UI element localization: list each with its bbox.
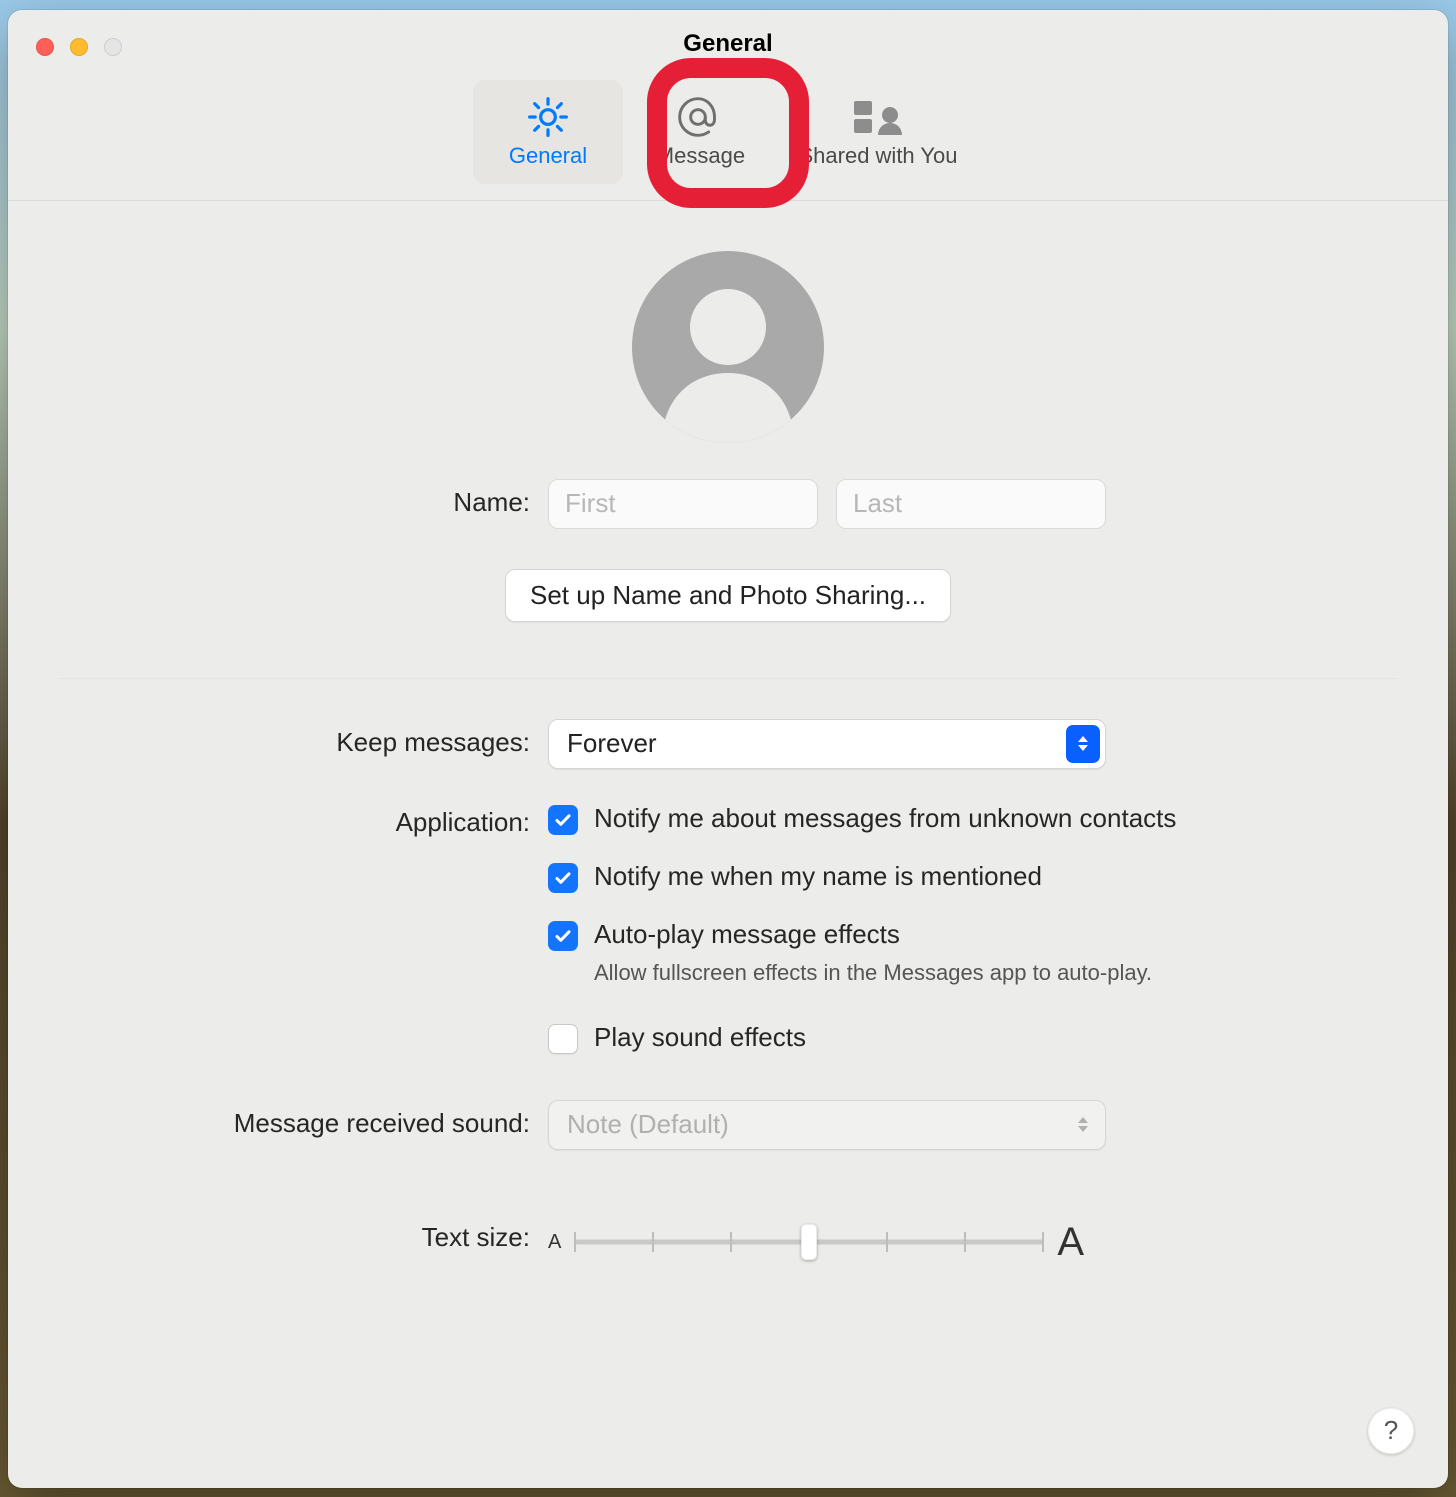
checkbox-label: Notify me when my name is mentioned	[594, 861, 1042, 892]
header: General General iMessag	[8, 10, 1448, 201]
tab-general[interactable]: General	[473, 80, 623, 184]
tab-imessage[interactable]: iMessage	[623, 80, 773, 184]
checkbox-row: Notify me about messages from unknown co…	[548, 803, 1176, 835]
slider-tick	[652, 1232, 654, 1252]
window-title: General	[8, 30, 1448, 58]
message-sound-select[interactable]: Note (Default)	[548, 1100, 1106, 1150]
slider-tick	[886, 1232, 888, 1252]
sound-label: Message received sound:	[58, 1100, 548, 1139]
minimize-window-button[interactable]	[70, 38, 88, 56]
text-size-label: Text size:	[58, 1220, 548, 1253]
preferences-window: General General iMessag	[8, 10, 1448, 1488]
tab-imessage-label: iMessage	[651, 143, 745, 169]
message-sound-value: Note (Default)	[567, 1109, 729, 1140]
checkbox-row: Play sound effects	[548, 1022, 1176, 1054]
tab-general-label: General	[509, 143, 587, 169]
checkbox[interactable]	[548, 863, 578, 893]
name-label: Name:	[58, 479, 548, 518]
toolbar: General iMessage	[8, 80, 1448, 201]
question-mark-icon: ?	[1384, 1415, 1398, 1446]
shared-with-you-icon	[850, 95, 906, 139]
slider-tick	[730, 1232, 732, 1252]
chevron-up-down-icon	[1066, 725, 1100, 763]
checkbox-row: Notify me when my name is mentioned	[548, 861, 1176, 893]
checkbox[interactable]	[548, 1024, 578, 1054]
content: Name: Set up Name and Photo Sharing... K…	[8, 201, 1448, 1488]
chevron-up-down-icon	[1066, 1106, 1100, 1144]
checkbox-subtext: Allow fullscreen effects in the Messages…	[594, 960, 1152, 986]
application-label: Application:	[58, 799, 548, 838]
first-name-input[interactable]	[548, 479, 818, 529]
slider-tick	[574, 1232, 576, 1252]
text-size-small-glyph: A	[548, 1231, 561, 1254]
setup-name-photo-button[interactable]: Set up Name and Photo Sharing...	[505, 569, 951, 622]
slider-tick	[964, 1232, 966, 1252]
keep-messages-label: Keep messages:	[58, 719, 548, 758]
last-name-input[interactable]	[836, 479, 1106, 529]
checkbox-label: Auto-play message effects	[594, 919, 1152, 950]
checkbox-label: Notify me about messages from unknown co…	[594, 803, 1176, 834]
keep-messages-value: Forever	[567, 728, 657, 759]
tab-shared-label: Shared with You	[798, 143, 957, 169]
checkbox[interactable]	[548, 805, 578, 835]
close-window-button[interactable]	[36, 38, 54, 56]
at-sign-icon	[676, 95, 720, 139]
slider-tick	[1042, 1232, 1044, 1252]
checkbox-row: Auto-play message effects Allow fullscree…	[548, 919, 1176, 986]
profile-avatar[interactable]	[632, 251, 824, 443]
checkbox-label: Play sound effects	[594, 1022, 806, 1053]
window-controls	[36, 38, 122, 56]
zoom-window-button[interactable]	[104, 38, 122, 56]
text-size-large-glyph: A	[1057, 1220, 1084, 1265]
divider	[58, 678, 1398, 679]
keep-messages-select[interactable]: Forever	[548, 719, 1106, 769]
text-size-slider[interactable]	[575, 1227, 1043, 1257]
tab-shared-with-you[interactable]: Shared with You	[773, 80, 983, 184]
gear-icon	[526, 95, 570, 139]
help-button[interactable]: ?	[1368, 1408, 1414, 1454]
checkbox[interactable]	[548, 921, 578, 951]
slider-thumb[interactable]	[801, 1224, 817, 1260]
